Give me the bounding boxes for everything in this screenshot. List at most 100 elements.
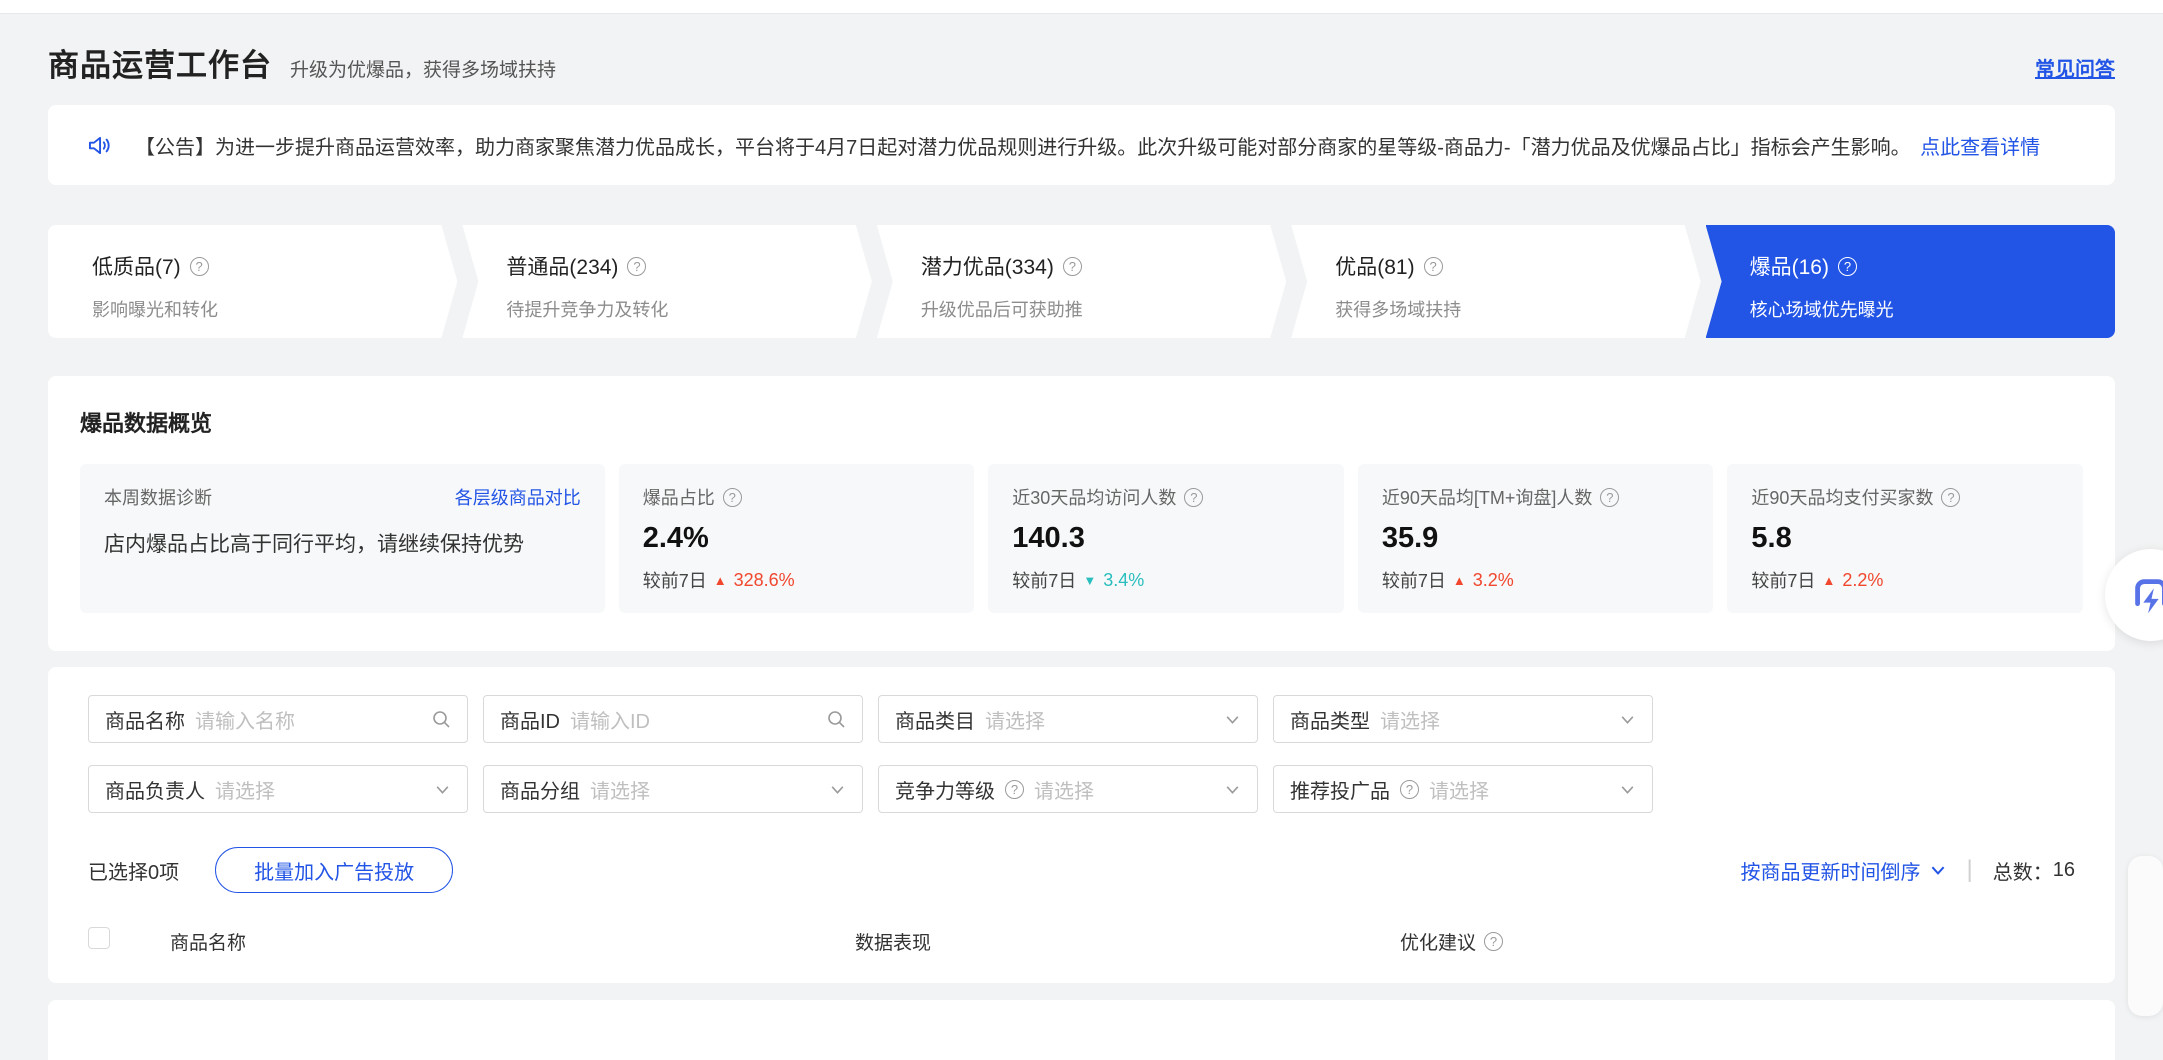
announcement-body: 【公告】为进一步提升商品运营效率，助力商家聚焦潜力优品成长，平台将于4月7日起对…	[135, 137, 1911, 159]
page-content: 商品运营工作台 升级为优爆品，获得多场域扶持 常见问答 【公告】为进一步提升商品…	[0, 40, 2163, 1060]
placeholder: 请选择	[1380, 705, 1609, 734]
placeholder: 请选择	[1429, 775, 1609, 804]
stat-label: 近30天品均访问人数	[1012, 484, 1176, 510]
placeholder: 请选择	[985, 705, 1214, 734]
placeholder: 请选择	[1034, 775, 1214, 804]
tab-potential[interactable]: 潜力优品(334) ? 升级优品后可获助推	[877, 225, 1286, 338]
stat-label: 近90天品均支付买家数	[1751, 484, 1933, 510]
tab-label: 爆品(16)	[1750, 251, 1829, 281]
bulk-add-to-ads-button[interactable]: 批量加入广告投放	[215, 847, 453, 893]
trend-up-icon: ▲	[1822, 573, 1835, 588]
total-value: 16	[2053, 859, 2075, 882]
stat-value: 35.9	[1382, 522, 1690, 555]
product-type-select[interactable]: 商品类型 请选择	[1273, 695, 1653, 743]
product-name-input[interactable]: 商品名称 请输入名称	[88, 695, 468, 743]
column-optimization: 优化建议 ?	[1400, 928, 1503, 955]
help-icon[interactable]: ?	[1063, 257, 1082, 276]
chevron-down-icon	[1619, 711, 1636, 728]
page-title: 商品运营工作台	[48, 40, 272, 85]
chevron-down-icon	[434, 781, 451, 798]
compare-prefix: 较前7日	[1382, 567, 1446, 593]
tab-subtitle: 升级优品后可获助推	[921, 296, 1286, 322]
product-level-tabs: 低质品(7) ? 影响曝光和转化 普通品(234) ? 待提升竞争力及转化 潜力…	[48, 225, 2115, 338]
tab-label: 普通品(234)	[506, 251, 618, 281]
placeholder: 请选择	[215, 775, 424, 804]
stat-value: 2.4%	[643, 522, 951, 555]
tab-subtitle: 待提升竞争力及转化	[506, 296, 871, 322]
help-icon[interactable]: ?	[1005, 780, 1024, 799]
help-icon[interactable]: ?	[1400, 780, 1419, 799]
placeholder: 请输入名称	[195, 705, 421, 734]
announcement-bar: 【公告】为进一步提升商品运营效率，助力商家聚焦潜力优品成长，平台将于4月7日起对…	[48, 105, 2115, 185]
stat-delta: 328.6%	[734, 570, 795, 591]
tab-label: 潜力优品(334)	[921, 251, 1054, 281]
tab-subtitle: 核心场域优先曝光	[1750, 296, 2115, 322]
level-compare-link[interactable]: 各层级商品对比	[455, 484, 581, 510]
product-row-card[interactable]	[48, 1000, 2115, 1060]
tab-hot-active[interactable]: 爆品(16) ? 核心场域优先曝光	[1706, 225, 2115, 338]
filter-row-2: 商品负责人 请选择 商品分组 请选择 竞争力等级 ? 请选择	[88, 765, 2075, 813]
help-icon[interactable]: ?	[1838, 257, 1857, 276]
compare-prefix: 较前7日	[1751, 567, 1815, 593]
overview-title: 爆品数据概览	[80, 406, 2083, 438]
help-icon[interactable]: ?	[723, 488, 742, 507]
page-subtitle: 升级为优爆品，获得多场域扶持	[290, 55, 556, 82]
product-owner-select[interactable]: 商品负责人 请选择	[88, 765, 468, 813]
stat-value: 5.8	[1751, 522, 2059, 555]
help-icon[interactable]: ?	[627, 257, 646, 276]
tab-label: 低质品(7)	[92, 251, 181, 281]
hot-data-overview-card: 爆品数据概览 本周数据诊断 各层级商品对比 店内爆品占比高于同行平均，请继续保持…	[48, 376, 2115, 651]
sort-dropdown[interactable]: 按商品更新时间倒序	[1741, 856, 1947, 885]
stat-delta: 3.4%	[1103, 570, 1144, 591]
column-data-performance: 数据表现	[855, 928, 931, 955]
stat-value: 140.3	[1012, 522, 1320, 555]
product-group-select[interactable]: 商品分组 请选择	[483, 765, 863, 813]
total-label: 总数：	[1993, 856, 2053, 885]
select-all-checkbox[interactable]	[88, 927, 110, 949]
tab-normal[interactable]: 普通品(234) ? 待提升竞争力及转化	[462, 225, 871, 338]
stat-paid-buyers-90d: 近90天品均支付买家数 ? 5.8 较前7日 ▲ 2.2%	[1727, 464, 2083, 613]
tab-label: 优品(81)	[1335, 251, 1414, 281]
stat-visitors-30d: 近30天品均访问人数 ? 140.3 较前7日 ▼ 3.4%	[988, 464, 1344, 613]
diagnosis-text: 店内爆品占比高于同行平均，请继续保持优势	[104, 528, 581, 558]
product-list-panel: 商品名称 请输入名称 商品ID 请输入ID 商品类目 请选择	[48, 667, 2115, 983]
compare-prefix: 较前7日	[1012, 567, 1076, 593]
product-id-input[interactable]: 商品ID 请输入ID	[483, 695, 863, 743]
divider: |	[1967, 856, 1973, 884]
faq-link[interactable]: 常见问答	[2035, 53, 2115, 82]
placeholder: 请选择	[590, 775, 819, 804]
chevron-down-icon	[1619, 781, 1636, 798]
sort-area: 按商品更新时间倒序 | 总数： 16	[1741, 856, 2075, 885]
stat-hot-ratio: 爆品占比 ? 2.4% 较前7日 ▲ 328.6%	[619, 464, 975, 613]
search-icon	[826, 709, 846, 729]
stat-label: 近90天品均[TM+询盘]人数	[1382, 484, 1593, 510]
stats-row: 本周数据诊断 各层级商品对比 店内爆品占比高于同行平均，请继续保持优势 爆品占比…	[80, 464, 2083, 613]
competitiveness-level-select[interactable]: 竞争力等级 ? 请选择	[878, 765, 1258, 813]
help-icon[interactable]: ?	[1184, 488, 1203, 507]
stat-tm-inquiry-90d: 近90天品均[TM+询盘]人数 ? 35.9 较前7日 ▲ 3.2%	[1358, 464, 1714, 613]
scrollbar-thumb[interactable]	[2128, 856, 2163, 1016]
lightning-panel-icon	[2128, 572, 2163, 618]
help-icon[interactable]: ?	[1941, 488, 1960, 507]
help-icon[interactable]: ?	[190, 257, 209, 276]
category-select[interactable]: 商品类目 请选择	[878, 695, 1258, 743]
selected-count-text: 已选择0项	[88, 856, 179, 885]
search-icon	[431, 709, 451, 729]
tab-low-quality[interactable]: 低质品(7) ? 影响曝光和转化	[48, 225, 457, 338]
browser-top-strip	[0, 0, 2163, 14]
placeholder: 请输入ID	[570, 705, 816, 734]
column-product-name: 商品名称	[170, 928, 246, 955]
filter-row-1: 商品名称 请输入名称 商品ID 请输入ID 商品类目 请选择	[88, 695, 2075, 743]
recommended-ad-product-select[interactable]: 推荐投广品 ? 请选择	[1273, 765, 1653, 813]
help-icon[interactable]: ?	[1424, 257, 1443, 276]
help-icon[interactable]: ?	[1484, 932, 1503, 951]
announcement-detail-link[interactable]: 点此查看详情	[1920, 137, 2040, 159]
chevron-down-icon	[829, 781, 846, 798]
chevron-down-icon	[1224, 711, 1241, 728]
tab-premium[interactable]: 优品(81) ? 获得多场域扶持	[1291, 225, 1700, 338]
weekly-diagnosis-card: 本周数据诊断 各层级商品对比 店内爆品占比高于同行平均，请继续保持优势	[80, 464, 605, 613]
trend-down-icon: ▼	[1083, 573, 1096, 588]
tab-subtitle: 影响曝光和转化	[92, 296, 457, 322]
diagnosis-label: 本周数据诊断	[104, 484, 212, 510]
help-icon[interactable]: ?	[1600, 488, 1619, 507]
